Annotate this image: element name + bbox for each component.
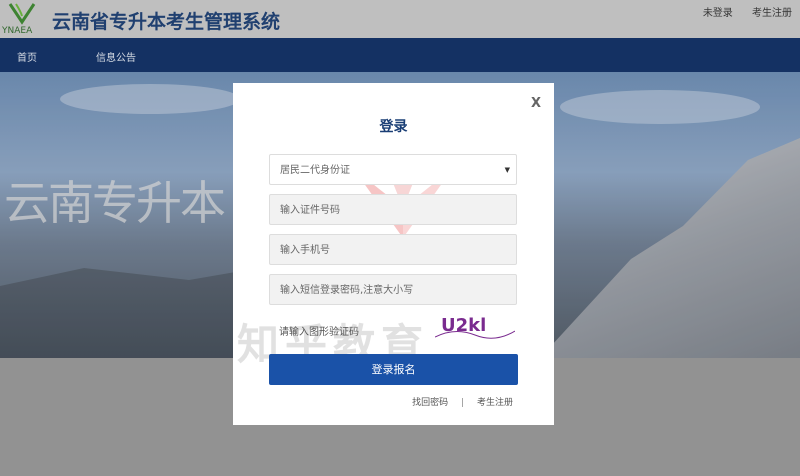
- modal-title: 登录: [379, 119, 408, 135]
- login-submit-button[interactable]: 登录报名: [269, 354, 518, 385]
- phone-input[interactable]: 输入手机号: [269, 234, 517, 265]
- sms-code-input[interactable]: 输入短信登录密码,注意大小写: [269, 274, 517, 305]
- phone-placeholder: 输入手机号: [280, 245, 330, 256]
- id-type-value: 居民二代身份证: [280, 165, 350, 176]
- captcha-input[interactable]: 请输入图形验证码: [269, 322, 429, 344]
- forgot-password-link[interactable]: 找回密码: [412, 398, 448, 408]
- register-link[interactable]: 考生注册: [477, 398, 513, 408]
- id-type-select[interactable]: 居民二代身份证 ▼: [269, 154, 517, 185]
- login-modal: 知乎教育 X 登录 居民二代身份证 ▼ 输入证件号码 输入手机号 输入短信登录密…: [233, 83, 554, 425]
- close-button[interactable]: X: [531, 96, 541, 111]
- captcha-image[interactable]: U2kl: [435, 315, 515, 341]
- captcha-placeholder: 请输入图形验证码: [279, 327, 359, 338]
- link-separator: |: [461, 398, 465, 408]
- id-number-placeholder: 输入证件号码: [280, 205, 340, 216]
- sms-code-placeholder: 输入短信登录密码,注意大小写: [280, 285, 414, 296]
- modal-links: 找回密码 | 考生注册: [412, 395, 513, 408]
- captcha-noise-icon: [435, 330, 515, 339]
- id-number-input[interactable]: 输入证件号码: [269, 194, 517, 225]
- chevron-down-icon: ▼: [504, 166, 510, 174]
